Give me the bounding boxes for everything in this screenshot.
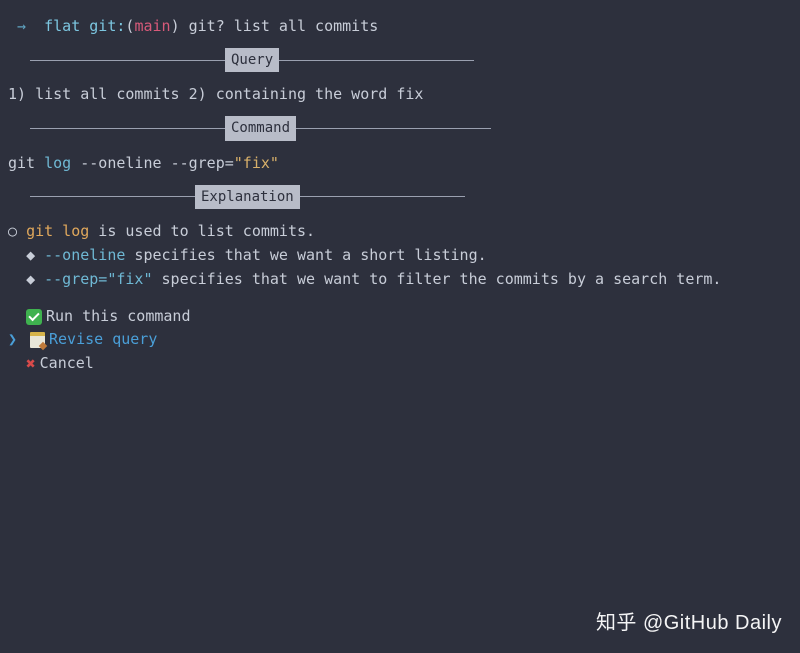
menu-item-revise[interactable]: ❯ Revise query: [26, 328, 792, 351]
bullet-diamond-icon: ◆: [26, 246, 44, 264]
action-menu[interactable]: Run this command ❯ Revise query ✖ Cancel: [8, 305, 792, 376]
x-icon: ✖: [26, 352, 36, 377]
bullet-circle-icon: ○: [8, 222, 26, 240]
generated-command: git log --oneline --grep="fix": [8, 151, 792, 175]
check-icon: [26, 309, 42, 325]
prompt-arrow-icon: →: [17, 17, 26, 35]
selection-caret-icon: ❯: [8, 328, 26, 351]
watermark: 知乎 @GitHub Daily: [596, 607, 782, 639]
menu-label: Cancel: [40, 352, 94, 375]
prompt-dir: flat: [44, 17, 80, 35]
explanation-block: ○ git log is used to list commits. ◆ --o…: [8, 219, 792, 291]
query-text: 1) list all commits 2) containing the wo…: [8, 82, 792, 106]
menu-label: Run this command: [46, 305, 191, 328]
divider-line-icon: [30, 196, 195, 197]
edit-icon: [30, 332, 45, 348]
explanation-line: ◆ --grep="fix" specifies that we want to…: [8, 267, 792, 291]
divider-line-icon: [30, 128, 225, 129]
divider-line-icon: [296, 128, 491, 129]
section-label-command: Command: [225, 116, 296, 140]
prompt-branch: main: [134, 17, 170, 35]
menu-item-run[interactable]: Run this command: [26, 305, 792, 328]
menu-item-cancel[interactable]: ✖ Cancel: [26, 352, 792, 377]
divider-line-icon: [30, 60, 225, 61]
shell-prompt-line: → flat git:(main) git? list all commits: [8, 14, 792, 38]
user-input-command[interactable]: git? list all commits: [189, 17, 379, 35]
menu-label: Revise query: [49, 328, 157, 351]
section-divider-command: Command: [30, 112, 792, 144]
section-label-query: Query: [225, 48, 279, 72]
prompt-git-label: git:: [89, 17, 125, 35]
divider-line-icon: [279, 60, 474, 61]
bullet-diamond-icon: ◆: [26, 270, 44, 288]
divider-line-icon: [300, 196, 465, 197]
section-divider-query: Query: [30, 44, 792, 76]
explanation-line: ◆ --oneline specifies that we want a sho…: [8, 243, 792, 267]
section-divider-explanation: Explanation: [30, 181, 792, 213]
section-label-explanation: Explanation: [195, 185, 300, 209]
watermark-text: @GitHub Daily: [643, 607, 782, 639]
zhihu-logo-icon: 知乎: [596, 607, 637, 639]
explanation-line: ○ git log is used to list commits.: [8, 219, 792, 243]
